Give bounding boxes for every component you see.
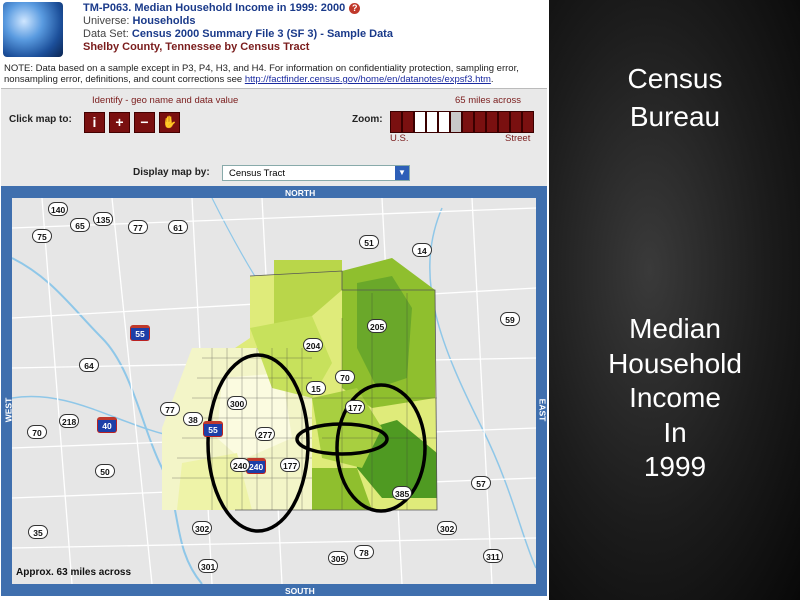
pan-north-button[interactable]: NORTH <box>285 188 315 198</box>
route-shield-icon: 302 <box>192 521 213 535</box>
route-shield-icon: 177 <box>280 458 301 472</box>
help-icon[interactable]: ? <box>349 2 361 14</box>
route-shield-icon: 64 <box>79 358 99 372</box>
zoom-level-4-button[interactable] <box>426 111 438 133</box>
route-shield-icon: 135 <box>93 212 114 226</box>
datanotes-link[interactable]: http://factfinder.census.gov/home/en/dat… <box>245 74 491 85</box>
map-title: TM-P063. Median Household Income in 1999… <box>83 2 361 15</box>
route-shield-icon: 55 <box>203 421 223 437</box>
route-shield-icon: 70 <box>335 370 355 384</box>
zoom-level-9-button[interactable] <box>486 111 498 133</box>
route-shield-icon: 218 <box>59 414 80 428</box>
zoom-level-3-button[interactable] <box>414 111 426 133</box>
route-shield-icon: 57 <box>471 476 491 490</box>
zoom-level-10-button[interactable] <box>498 111 510 133</box>
zoom-level-11-button[interactable] <box>510 111 522 133</box>
route-shield-icon: 305 <box>328 551 349 565</box>
zoom-level-7-button[interactable] <box>462 111 474 133</box>
income-map[interactable] <box>12 198 536 584</box>
route-shield-icon: 300 <box>227 396 248 410</box>
pan-tool-button[interactable]: ✋ <box>159 112 180 133</box>
universe-line: Universe: Households <box>83 15 196 27</box>
route-shield-icon: 55 <box>130 325 150 341</box>
identify-tool-button[interactable]: i <box>84 112 105 133</box>
route-shield-icon: 38 <box>183 412 203 426</box>
route-shield-icon: 15 <box>306 381 326 395</box>
route-shield-icon: 75 <box>32 229 52 243</box>
chevron-down-icon: ▼ <box>395 166 409 180</box>
route-shield-icon: 65 <box>70 218 90 232</box>
route-shield-icon: 51 <box>359 235 379 249</box>
route-shield-icon: 70 <box>27 425 47 439</box>
data-note: NOTE: Data based on a sample except in P… <box>4 63 519 85</box>
pan-south-button[interactable]: SOUTH <box>285 586 315 596</box>
slide-body: Median Household Income In 1999 <box>608 313 742 482</box>
zoom-level-8-button[interactable] <box>474 111 486 133</box>
geography-line: Shelby County, Tennessee by Census Tract <box>83 41 310 53</box>
dataset-line: Data Set: Census 2000 Summary File 3 (SF… <box>83 28 393 40</box>
globe-logo-icon <box>3 2 63 57</box>
route-shield-icon: 177 <box>345 400 366 414</box>
slide-heading: Census Bureau <box>627 63 723 132</box>
zoom-level-1-button[interactable] <box>390 111 402 133</box>
route-shield-icon: 301 <box>198 559 219 573</box>
identify-hint: Identify - geo name and data value <box>92 95 239 106</box>
zoom-level-current-button[interactable] <box>450 111 462 133</box>
route-shield-icon: 50 <box>95 464 115 478</box>
census-map-screenshot: TM-P063. Median Household Income in 1999… <box>0 0 549 600</box>
route-shield-icon: 385 <box>392 486 413 500</box>
route-shield-icon: 277 <box>255 427 276 441</box>
route-shield-icon: 311 <box>483 549 503 563</box>
route-shield-icon: 14 <box>412 243 432 257</box>
route-shield-icon: 205 <box>367 319 388 333</box>
route-shield-icon: 61 <box>168 220 188 234</box>
zoom-us-label: U.S. <box>390 133 409 144</box>
route-shield-icon: 140 <box>48 202 69 216</box>
zoom-label: Zoom: <box>352 114 383 125</box>
route-shield-icon: 204 <box>303 338 324 352</box>
display-map-by-label: Display map by: <box>133 167 210 178</box>
zoom-level-12-button[interactable] <box>522 111 534 133</box>
route-shield-icon: 302 <box>437 521 458 535</box>
route-shield-icon: 240 <box>230 458 251 472</box>
pan-east-button[interactable]: EAST <box>537 399 547 422</box>
zoom-in-tool-button[interactable]: + <box>109 112 130 133</box>
map-canvas <box>12 198 536 584</box>
route-shield-icon: 40 <box>97 417 117 433</box>
zoom-out-tool-button[interactable]: − <box>134 112 155 133</box>
zoom-level-5-button[interactable] <box>438 111 450 133</box>
route-shield-icon: 77 <box>160 402 180 416</box>
route-shield-icon: 35 <box>28 525 48 539</box>
click-map-label: Click map to: <box>9 114 72 125</box>
route-shield-icon: 77 <box>128 220 148 234</box>
zoom-scale-hint: 65 miles across <box>455 95 521 106</box>
zoom-street-label: Street <box>505 133 531 144</box>
display-map-by-select[interactable]: Census Tract ▼ <box>222 165 410 181</box>
zoom-level-2-button[interactable] <box>402 111 414 133</box>
route-shield-icon: 59 <box>500 312 520 326</box>
route-shield-icon: 78 <box>354 545 374 559</box>
map-scale-label: Approx. 63 miles across <box>16 567 132 578</box>
